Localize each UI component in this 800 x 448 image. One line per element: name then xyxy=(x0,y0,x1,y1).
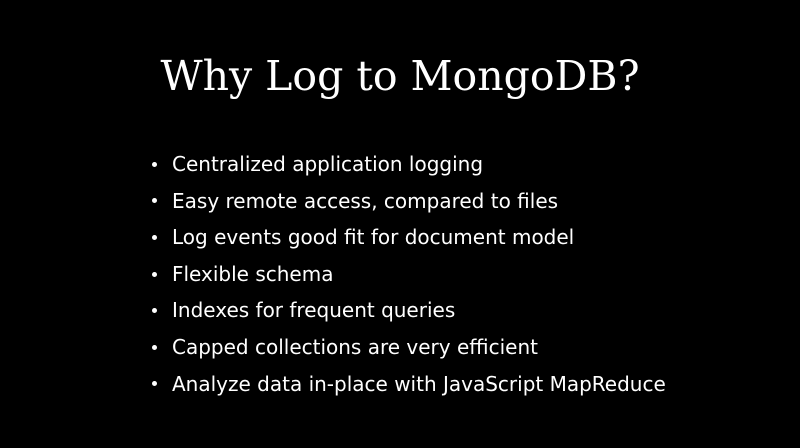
bullet-item: Easy remote access, compared to files xyxy=(150,183,666,220)
bullet-item: Flexible schema xyxy=(150,256,666,293)
bullet-item: Centralized application logging xyxy=(150,146,666,183)
slide-title: Why Log to MongoDB? xyxy=(160,52,640,100)
bullet-text: Centralized application logging xyxy=(172,152,484,176)
slide: Why Log to MongoDB? Centralized applicat… xyxy=(0,0,800,448)
bullet-dot-icon xyxy=(152,198,157,204)
bullet-text: Log events good fit for document model xyxy=(172,225,575,250)
bullet-item: Capped collections are very efficient xyxy=(150,329,666,366)
bullet-list: Centralized application logging Easy rem… xyxy=(150,146,666,402)
bullet-text: Flexible schema xyxy=(172,261,334,286)
bullet-dot-icon xyxy=(152,271,157,277)
bullet-dot-icon xyxy=(152,344,157,350)
bullet-dot-icon xyxy=(152,234,157,240)
bullet-item: Analyze data in-place with JavaScript Ma… xyxy=(150,366,666,403)
bullet-text: Easy remote access, compared to files xyxy=(172,188,559,213)
bullet-dot-icon xyxy=(152,381,157,387)
bullet-item: Indexes for frequent queries xyxy=(150,292,666,329)
bullet-dot-icon xyxy=(152,308,157,314)
bullet-dot-icon xyxy=(152,161,157,167)
bullet-text: Indexes for frequent queries xyxy=(172,298,456,323)
bullet-text: Capped collections are very efficient xyxy=(172,334,538,359)
bullet-item: Log events good fit for document model xyxy=(150,219,666,256)
bullet-text: Analyze data in-place with JavaScript Ma… xyxy=(172,371,666,396)
